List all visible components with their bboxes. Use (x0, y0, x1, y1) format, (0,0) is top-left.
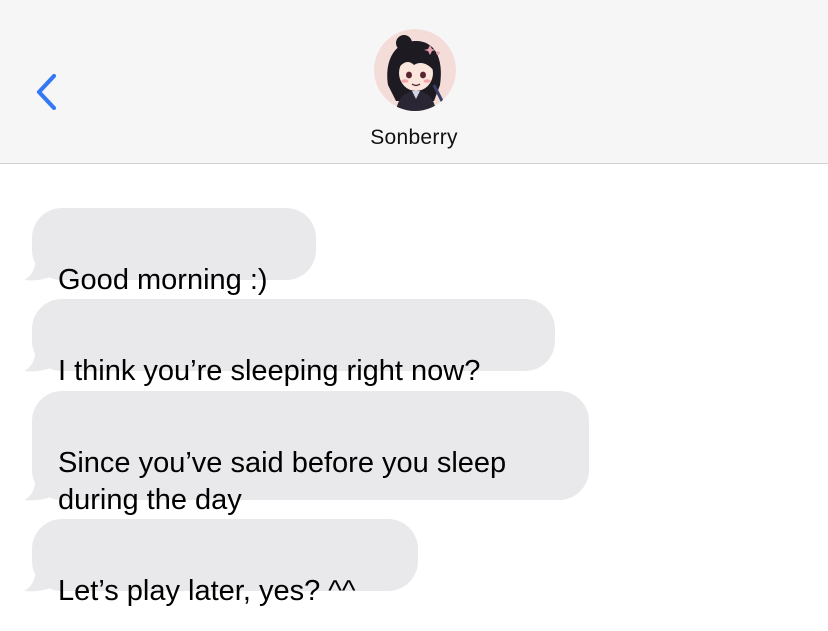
message-bubble[interactable]: Since you’ve said before you sleep durin… (32, 391, 589, 516)
bubble-tail (24, 345, 52, 372)
bubble-tail (24, 474, 52, 501)
message-bubble[interactable]: Good morning :) (32, 208, 316, 296)
avatar-icon (374, 29, 456, 111)
message-text: Since you’ve said before you sleep durin… (58, 447, 507, 516)
back-button[interactable] (30, 70, 64, 114)
message-bubble[interactable]: I think you’re sleeping right now? (32, 299, 555, 387)
contact-name[interactable]: Sonberry (0, 126, 828, 150)
message-text: Good morning :) (58, 264, 268, 296)
message-text: I think you’re sleeping right now? (58, 355, 481, 387)
message-bubble[interactable]: Let’s play later, yes? ^^ (32, 519, 418, 607)
bubble-tail (24, 565, 52, 592)
chevron-left-icon (36, 73, 57, 111)
conversation-header: Sonberry (0, 0, 828, 164)
bubble-tail (24, 254, 52, 281)
message-thread: Good morning :) I think you’re sleeping … (0, 164, 828, 631)
message-text: Let’s play later, yes? ^^ (58, 575, 356, 607)
contact-avatar[interactable] (374, 29, 456, 111)
